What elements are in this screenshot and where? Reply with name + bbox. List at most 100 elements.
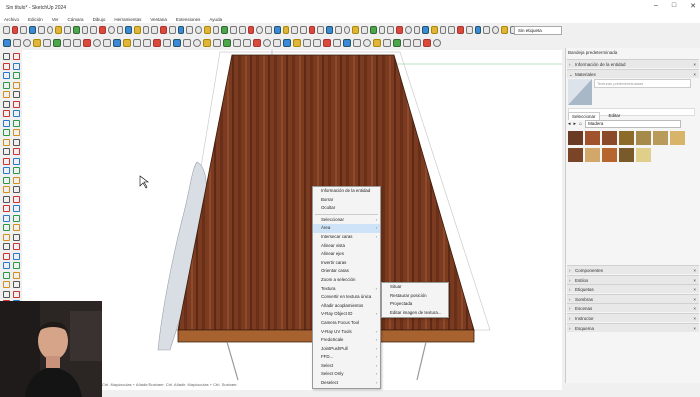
palette-tool-icon[interactable] bbox=[13, 262, 20, 269]
tray-section[interactable]: › Esquema × bbox=[567, 322, 699, 332]
3d-viewport[interactable] bbox=[22, 50, 562, 390]
toolbar-tool-icon[interactable] bbox=[73, 39, 81, 47]
context-menu-item[interactable]: FredoScale › bbox=[313, 336, 380, 345]
toolbar-tool-icon[interactable] bbox=[352, 26, 360, 34]
toolbar-tool-icon[interactable] bbox=[273, 26, 281, 34]
material-swatch[interactable] bbox=[636, 148, 651, 162]
toolbar-tool-icon[interactable] bbox=[107, 26, 115, 34]
toolbar-tool-icon[interactable] bbox=[256, 26, 264, 34]
toolbar-tool-icon[interactable] bbox=[11, 26, 19, 34]
toolbar-tool-icon[interactable] bbox=[46, 26, 54, 34]
toolbar-tool-icon[interactable] bbox=[403, 39, 411, 47]
toolbar-tool-icon[interactable] bbox=[153, 39, 161, 47]
tray-section[interactable]: › Estilos × bbox=[567, 274, 699, 284]
tag-selector[interactable]: Sin etiqueta bbox=[514, 26, 562, 35]
toolbar-tool-icon[interactable] bbox=[343, 39, 351, 47]
context-menu-item[interactable]: Área › bbox=[313, 224, 380, 233]
palette-tool-icon[interactable] bbox=[3, 205, 10, 212]
palette-tool-icon[interactable] bbox=[3, 138, 10, 146]
toolbar-tool-icon[interactable] bbox=[243, 39, 251, 47]
toolbar-tool-icon[interactable] bbox=[168, 26, 176, 34]
toolbar-tool-icon[interactable] bbox=[247, 26, 255, 34]
library-select[interactable]: Madera bbox=[585, 120, 682, 128]
toolbar-tool-icon[interactable] bbox=[423, 39, 431, 47]
palette-tool-icon[interactable] bbox=[13, 243, 20, 250]
material-swatch[interactable] bbox=[602, 131, 617, 145]
toolbar-tool-icon[interactable] bbox=[483, 26, 491, 34]
toolbar-tool-icon[interactable] bbox=[72, 26, 80, 34]
toolbar-tool-icon[interactable] bbox=[369, 26, 377, 34]
toolbar-tool-icon[interactable] bbox=[448, 26, 456, 34]
palette-tool-icon[interactable] bbox=[13, 214, 20, 222]
menu-camara[interactable]: Cámara bbox=[68, 17, 84, 22]
palette-tool-icon[interactable] bbox=[13, 53, 20, 60]
palette-tool-icon[interactable] bbox=[3, 157, 10, 165]
toolbar-tool-icon[interactable] bbox=[326, 26, 333, 34]
context-menu-item[interactable]: Select › bbox=[313, 362, 380, 371]
palette-tool-icon[interactable] bbox=[13, 205, 20, 212]
toolbar-tool-icon[interactable] bbox=[233, 39, 241, 47]
toolbar-tool-icon[interactable] bbox=[93, 39, 101, 47]
toolbar-tool-icon[interactable] bbox=[113, 39, 121, 47]
palette-tool-icon[interactable] bbox=[3, 186, 10, 193]
menu-dibujo[interactable]: Dibujo bbox=[93, 17, 106, 22]
material-swatch[interactable] bbox=[585, 131, 600, 145]
toolbar-tool-icon[interactable] bbox=[413, 26, 421, 34]
toolbar-tool-icon[interactable] bbox=[83, 39, 91, 47]
toolbar-tool-icon[interactable] bbox=[413, 39, 421, 47]
palette-tool-icon[interactable] bbox=[13, 129, 20, 136]
back-arrow-icon[interactable]: ◂ bbox=[568, 121, 571, 127]
palette-tool-icon[interactable] bbox=[3, 119, 10, 127]
toolbar-tool-icon[interactable] bbox=[55, 26, 63, 34]
toolbar-tool-icon[interactable] bbox=[492, 26, 499, 34]
toolbar-tool-icon[interactable] bbox=[500, 26, 508, 34]
palette-tool-icon[interactable] bbox=[13, 290, 20, 298]
context-menu-item[interactable]: V-Ray Object ID › bbox=[313, 310, 380, 319]
toolbar-tool-icon[interactable] bbox=[3, 39, 11, 47]
material-swatch[interactable] bbox=[568, 131, 583, 145]
toolbar-tool-icon[interactable] bbox=[263, 39, 271, 47]
toolbar-tool-icon[interactable] bbox=[163, 39, 171, 47]
toolbar-tool-icon[interactable] bbox=[303, 39, 311, 47]
context-menu-item[interactable]: JointPushPull › bbox=[313, 345, 380, 354]
tray-section[interactable]: › Componentes × bbox=[567, 265, 699, 274]
toolbar-tool-icon[interactable] bbox=[143, 39, 151, 47]
toolbar-tool-icon[interactable] bbox=[13, 39, 21, 47]
menu-archivo[interactable]: Archivo bbox=[4, 17, 19, 22]
palette-tool-icon[interactable] bbox=[13, 81, 20, 89]
context-menu-item[interactable]: Textura › bbox=[313, 285, 380, 294]
toolbar-tool-icon[interactable] bbox=[253, 39, 261, 47]
toolbar-tool-icon[interactable] bbox=[203, 26, 211, 34]
toolbar-tool-icon[interactable] bbox=[283, 39, 291, 47]
toolbar-tool-icon[interactable] bbox=[123, 39, 131, 47]
toolbar-tool-icon[interactable] bbox=[142, 26, 150, 34]
close-icon[interactable]: × bbox=[693, 70, 696, 79]
palette-tool-icon[interactable] bbox=[13, 271, 20, 279]
toolbar-tool-icon[interactable] bbox=[33, 39, 41, 47]
material-swatch[interactable] bbox=[585, 148, 600, 162]
tray-section[interactable]: › Sombras × bbox=[567, 293, 699, 303]
toolbar-tool-icon[interactable] bbox=[439, 26, 447, 34]
menu-herramientas[interactable]: Herramientas bbox=[114, 17, 141, 22]
toolbar-tool-icon[interactable] bbox=[221, 26, 229, 34]
home-icon[interactable]: ⌂ bbox=[579, 121, 582, 127]
toolbar-tool-icon[interactable] bbox=[433, 39, 441, 47]
tray-section[interactable]: › Etiquetas × bbox=[567, 284, 699, 294]
palette-tool-icon[interactable] bbox=[3, 148, 10, 155]
toolbar-tool-icon[interactable] bbox=[308, 26, 316, 34]
toolbar-tool-icon[interactable] bbox=[396, 26, 403, 34]
palette-tool-icon[interactable] bbox=[3, 81, 10, 89]
material-swatch[interactable] bbox=[619, 148, 634, 162]
texture-submenu-item[interactable]: Restaurar posición bbox=[382, 292, 448, 301]
palette-tool-icon[interactable] bbox=[3, 224, 10, 231]
toolbar-tool-icon[interactable] bbox=[422, 26, 429, 34]
toolbar-tool-icon[interactable] bbox=[64, 26, 71, 34]
toolbar-tool-icon[interactable] bbox=[213, 39, 221, 47]
toolbar-tool-icon[interactable] bbox=[363, 39, 371, 47]
palette-tool-icon[interactable] bbox=[13, 167, 20, 174]
context-menu-item[interactable]: Información de la entidad bbox=[313, 187, 380, 196]
materials-section[interactable]: ⌄ Materiales × bbox=[567, 69, 699, 78]
context-menu-item[interactable]: Camera Focus Tool bbox=[313, 319, 380, 328]
palette-tool-icon[interactable] bbox=[3, 100, 10, 108]
toolbar-tool-icon[interactable] bbox=[29, 26, 36, 34]
